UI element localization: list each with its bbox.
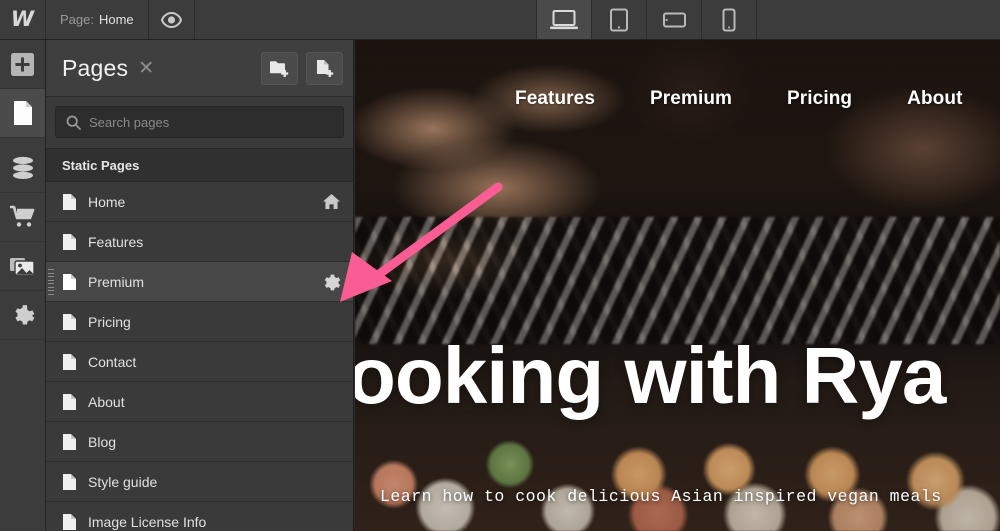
gear-icon xyxy=(10,303,35,328)
page-row-features[interactable]: Features xyxy=(46,222,353,262)
page-row-style-guide[interactable]: Style guide xyxy=(46,462,353,502)
page-row-blog[interactable]: Blog xyxy=(46,422,353,462)
drag-handle[interactable] xyxy=(48,269,54,295)
page-row-label: Premium xyxy=(88,274,309,290)
device-breakpoints xyxy=(536,0,756,39)
nav-link-premium[interactable]: Premium xyxy=(650,88,732,110)
device-tablet-landscape-button[interactable] xyxy=(646,0,701,39)
page-row-label: Image License Info xyxy=(88,514,341,530)
new-folder-icon xyxy=(269,59,290,77)
sidebar-item-ecommerce[interactable] xyxy=(0,193,45,242)
webflow-designer: W Page: Home xyxy=(0,0,1000,531)
page-row-pricing[interactable]: Pricing xyxy=(46,302,353,342)
page-icon xyxy=(62,193,77,211)
page-icon xyxy=(62,473,77,491)
topbar-right-area xyxy=(756,0,1000,39)
hero-subtitle[interactable]: Learn how to cook delicious Asian inspir… xyxy=(380,487,942,506)
topbar-spacer xyxy=(195,0,536,39)
sidebar-item-pages[interactable] xyxy=(0,89,45,138)
page-row-image-license-info[interactable]: Image License Info xyxy=(46,502,353,531)
pages-list: Home Features xyxy=(46,182,353,531)
arrow-head xyxy=(340,252,392,302)
top-bar: W Page: Home xyxy=(0,0,1000,40)
database-icon xyxy=(10,156,36,180)
sidebar-item-add[interactable] xyxy=(0,40,45,89)
page-row-about[interactable]: About xyxy=(46,382,353,422)
plus-square-icon xyxy=(10,52,35,77)
left-toolbar xyxy=(0,40,46,531)
nav-link-features[interactable]: Features xyxy=(515,88,595,110)
page-icon xyxy=(62,433,77,451)
page-row-label: Contact xyxy=(88,354,341,370)
pages-panel: Pages ✕ xyxy=(46,40,354,531)
page-row-label: Home xyxy=(88,194,311,210)
device-mobile-button[interactable] xyxy=(701,0,756,39)
static-pages-section-header: Static Pages xyxy=(46,148,353,182)
page-icon xyxy=(62,233,77,251)
hero-heading[interactable]: ooking with Rya xyxy=(355,336,945,416)
page-row-label: Features xyxy=(88,234,341,250)
webflow-logo-icon: W xyxy=(11,9,34,30)
panel-title: Pages xyxy=(62,55,128,82)
new-page-button[interactable] xyxy=(306,52,343,85)
annotation-arrow xyxy=(330,180,505,305)
page-row-label: Blog xyxy=(88,434,341,450)
page-icon xyxy=(12,100,34,126)
images-icon xyxy=(9,254,36,278)
page-icon xyxy=(62,273,77,291)
page-icon xyxy=(62,513,77,531)
preview-toggle-button[interactable] xyxy=(149,0,195,39)
page-row-contact[interactable]: Contact xyxy=(46,342,353,382)
sidebar-item-settings[interactable] xyxy=(0,291,45,340)
page-name-value: Home xyxy=(99,12,134,27)
search-placeholder: Search pages xyxy=(89,115,169,130)
site-navigation: Features Premium Pricing About • xyxy=(355,88,1000,110)
search-icon xyxy=(66,115,81,130)
arrow-shaft xyxy=(378,187,498,275)
sidebar-item-cms[interactable] xyxy=(0,144,45,193)
tablet-landscape-icon xyxy=(661,10,687,29)
page-icon xyxy=(62,393,77,411)
page-row-label: Style guide xyxy=(88,474,341,490)
page-label: Page: xyxy=(60,12,94,27)
page-row-label: About xyxy=(88,394,341,410)
nav-link-pricing[interactable]: Pricing xyxy=(787,88,852,110)
page-icon xyxy=(62,353,77,371)
eye-icon xyxy=(161,12,182,28)
pages-panel-header: Pages ✕ xyxy=(46,40,353,97)
mobile-icon xyxy=(721,8,737,32)
nav-link-about[interactable]: About xyxy=(907,88,962,110)
shopping-cart-icon xyxy=(9,205,36,229)
new-page-icon xyxy=(314,59,335,77)
page-row-home[interactable]: Home xyxy=(46,182,353,222)
page-icon xyxy=(62,313,77,331)
device-tablet-portrait-button[interactable] xyxy=(591,0,646,39)
page-row-premium[interactable]: Premium xyxy=(46,262,353,302)
new-folder-button[interactable] xyxy=(261,52,298,85)
desktop-icon xyxy=(549,9,579,31)
sidebar-item-assets[interactable] xyxy=(0,242,45,291)
search-input[interactable]: Search pages xyxy=(55,106,344,138)
page-row-label: Pricing xyxy=(88,314,341,330)
webflow-logo-button[interactable]: W xyxy=(0,0,46,39)
search-container: Search pages xyxy=(46,97,353,148)
current-page-indicator[interactable]: Page: Home xyxy=(46,0,149,39)
device-desktop-button[interactable] xyxy=(536,0,591,39)
tablet-portrait-icon xyxy=(609,8,629,32)
close-icon[interactable]: ✕ xyxy=(138,59,154,78)
